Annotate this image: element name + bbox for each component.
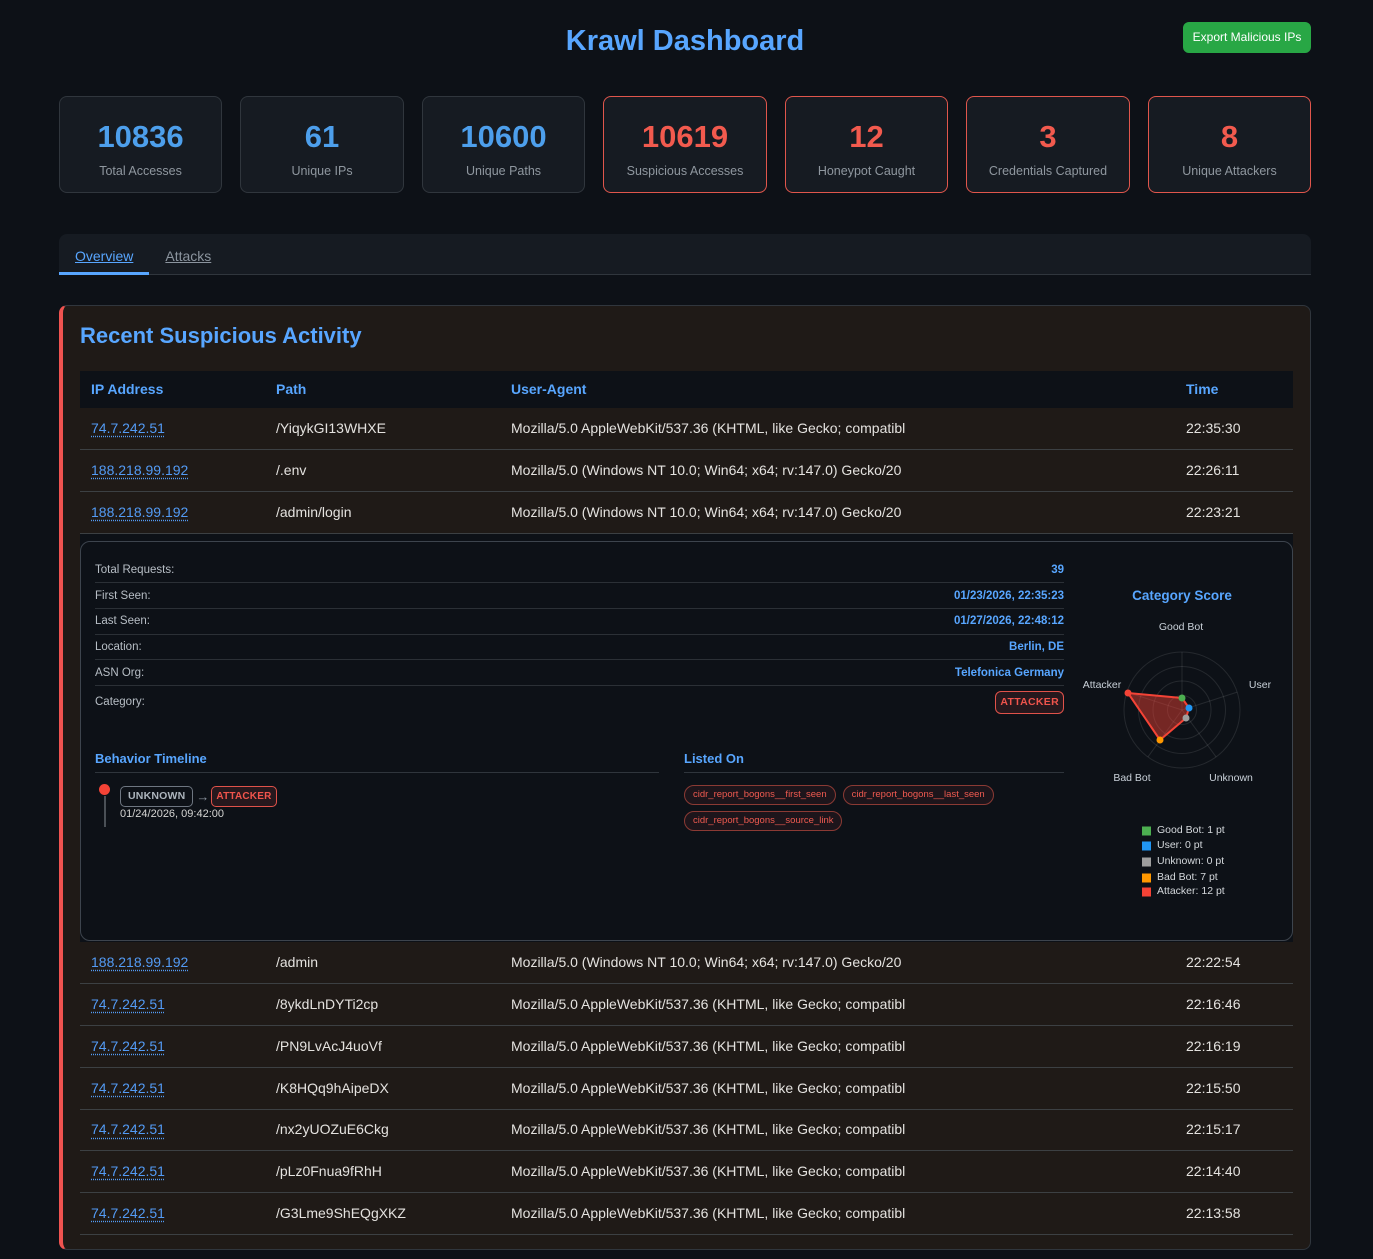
svg-text:Bad Bot: Bad Bot: [1113, 772, 1150, 784]
svg-text:Category Score: Category Score: [1132, 588, 1232, 603]
svg-text:Bad Bot: 7 pt: Bad Bot: 7 pt: [1157, 871, 1218, 883]
svg-text:Attacker: 12 pt: Attacker: 12 pt: [1157, 885, 1225, 897]
svg-text:Attacker: Attacker: [1083, 679, 1122, 691]
svg-text:Unknown: 0 pt: Unknown: 0 pt: [1157, 855, 1224, 867]
svg-text:Unknown: Unknown: [1209, 772, 1253, 784]
svg-text:User: User: [1249, 679, 1272, 691]
svg-text:Good Bot: 1 pt: Good Bot: 1 pt: [1157, 824, 1225, 836]
svg-text:User: 0 pt: User: 0 pt: [1157, 839, 1203, 851]
svg-text:Good Bot: Good Bot: [1159, 621, 1203, 633]
